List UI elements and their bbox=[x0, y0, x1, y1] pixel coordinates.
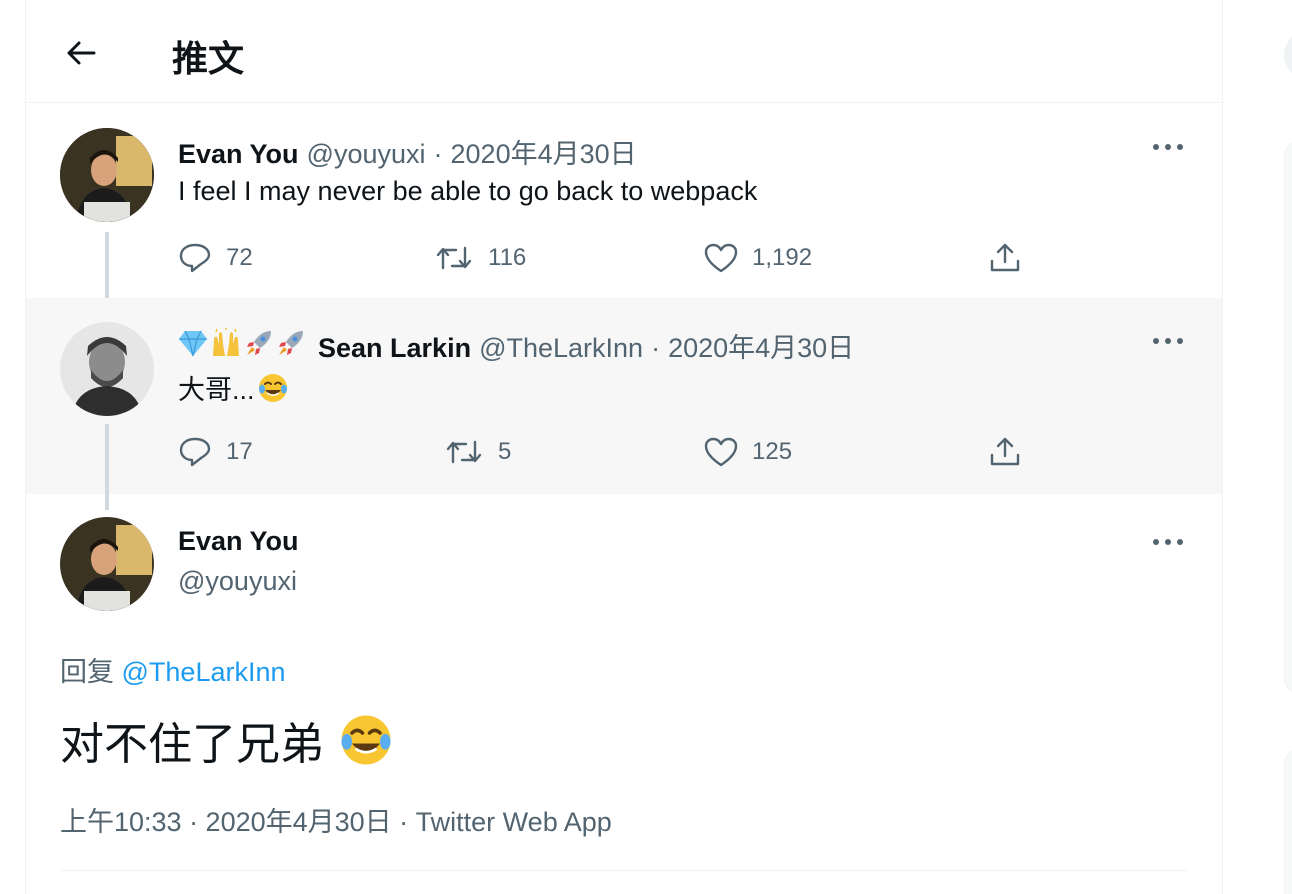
rocket-emoji bbox=[247, 331, 271, 355]
replying-prefix: 回复 bbox=[60, 657, 122, 687]
more-horizontal-icon bbox=[1153, 539, 1183, 545]
retweet-button[interactable]: 5 bbox=[444, 432, 511, 472]
raising-hands-emoji bbox=[213, 328, 239, 356]
sidebar-card bbox=[1284, 140, 1292, 694]
tweet-actions: 17 5 125 bbox=[178, 432, 1048, 472]
back-button[interactable] bbox=[60, 32, 102, 74]
tweet-date[interactable]: 2020年4月30日 bbox=[668, 326, 854, 365]
author-name[interactable]: Evan You bbox=[178, 139, 299, 170]
search-box[interactable] bbox=[1284, 30, 1292, 80]
retweet-icon bbox=[446, 440, 482, 464]
separator-dot: · bbox=[651, 333, 661, 363]
tweet-column: 推文 Evan You @youyuxi · 2020年4月30日 I feel… bbox=[25, 0, 1223, 894]
avatar[interactable] bbox=[60, 128, 154, 222]
author-handle[interactable]: @youyuxi bbox=[307, 139, 426, 170]
mention-link[interactable]: @TheLarkInn bbox=[122, 657, 286, 687]
share-icon bbox=[990, 243, 1020, 272]
arrow-left-icon bbox=[67, 41, 96, 65]
separator-dot: · bbox=[433, 139, 443, 169]
name-emoji-badges bbox=[178, 328, 306, 358]
retweet-icon bbox=[436, 246, 472, 270]
tweet-meta: Sean Larkin @TheLarkInn · 2020年4月30日 bbox=[178, 326, 854, 365]
gem-stone-emoji bbox=[179, 330, 207, 357]
rocket-emoji bbox=[279, 331, 303, 355]
reply-button[interactable]: 17 bbox=[178, 432, 253, 472]
heart-icon bbox=[704, 243, 738, 273]
divider bbox=[60, 870, 1188, 871]
replying-to: 回复 @TheLarkInn bbox=[60, 650, 286, 689]
heart-icon bbox=[704, 437, 738, 467]
reply-button[interactable]: 72 bbox=[178, 238, 253, 278]
like-button[interactable]: 125 bbox=[704, 432, 792, 472]
thread-tweet[interactable]: Sean Larkin @TheLarkInn · 2020年4月30日 大哥.… bbox=[26, 298, 1222, 494]
author-name[interactable]: Sean Larkin bbox=[318, 333, 471, 364]
avatar[interactable] bbox=[60, 322, 154, 416]
thread-tweet[interactable]: Evan You @youyuxi · 2020年4月30日 I feel I … bbox=[26, 104, 1222, 298]
share-button[interactable] bbox=[988, 238, 1022, 278]
reply-count: 72 bbox=[226, 244, 253, 271]
tweet-text: 大哥... bbox=[178, 368, 289, 407]
tweet-text-content: 对不住了兄弟 bbox=[60, 720, 324, 769]
right-sidebar bbox=[1224, 0, 1292, 894]
author-handle[interactable]: @TheLarkInn bbox=[479, 333, 643, 364]
like-count: 125 bbox=[752, 438, 793, 465]
share-button[interactable] bbox=[988, 432, 1022, 472]
retweet-count: 5 bbox=[498, 438, 512, 465]
page-header: 推文 bbox=[26, 0, 1222, 103]
face-with-tears-of-joy-emoji bbox=[341, 715, 391, 765]
tweet-meta: Evan You @youyuxi · 2020年4月30日 bbox=[178, 132, 637, 171]
reply-count: 17 bbox=[226, 438, 253, 465]
more-options-button[interactable] bbox=[1148, 326, 1188, 356]
more-options-button[interactable] bbox=[1148, 132, 1188, 162]
reply-icon bbox=[179, 437, 211, 467]
more-horizontal-icon bbox=[1153, 144, 1183, 150]
reply-icon bbox=[179, 243, 211, 273]
like-count: 1,192 bbox=[752, 244, 813, 271]
focused-tweet: Evan You @youyuxi 回复 @TheLarkInn 对不住了兄弟 … bbox=[26, 494, 1222, 894]
face-with-tears-of-joy-emoji bbox=[258, 373, 287, 402]
tweet-text: 对不住了兄弟 bbox=[60, 708, 394, 772]
tweet-text-content: 大哥... bbox=[178, 375, 255, 405]
tweet-date[interactable]: 2020年4月30日 bbox=[451, 132, 637, 171]
share-icon bbox=[990, 437, 1020, 466]
author-name[interactable]: Evan You bbox=[178, 526, 299, 557]
more-options-button[interactable] bbox=[1148, 527, 1188, 557]
tweet-timestamp[interactable]: 上午10:33 · 2020年4月30日 · Twitter Web App bbox=[60, 800, 612, 839]
avatar[interactable] bbox=[60, 517, 154, 611]
page-title: 推文 bbox=[172, 39, 245, 80]
retweet-button[interactable]: 116 bbox=[434, 238, 526, 278]
tweet-actions: 72 116 1,192 bbox=[178, 238, 1048, 278]
retweet-count: 116 bbox=[488, 244, 527, 271]
more-horizontal-icon bbox=[1153, 338, 1183, 344]
tweet-text: I feel I may never be able to go back to… bbox=[178, 176, 758, 206]
like-button[interactable]: 1,192 bbox=[704, 238, 812, 278]
sidebar-card bbox=[1284, 748, 1292, 894]
author-handle[interactable]: @youyuxi bbox=[178, 566, 297, 597]
